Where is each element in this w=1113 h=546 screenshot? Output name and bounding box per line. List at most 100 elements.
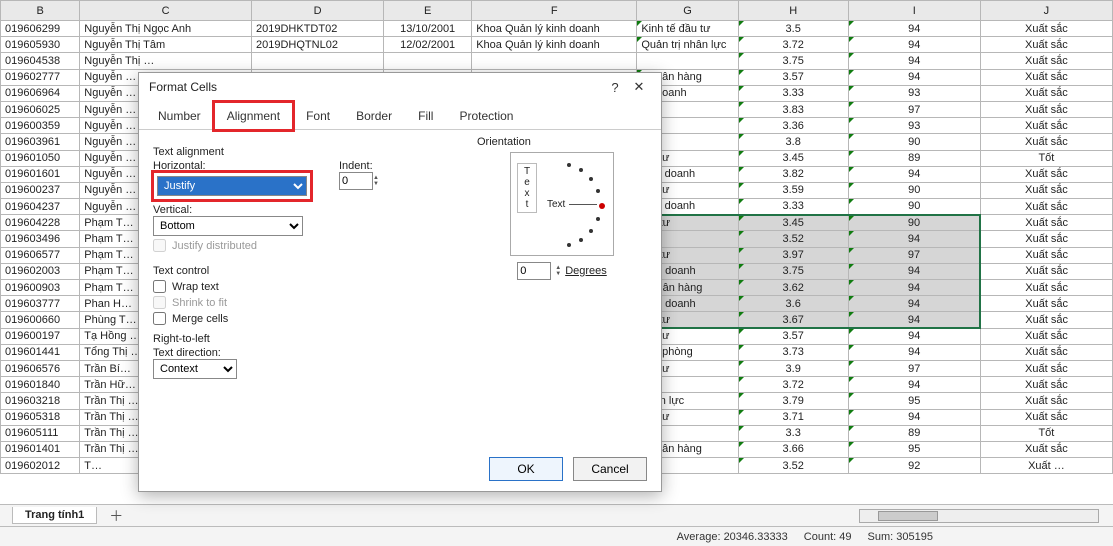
cell[interactable]: 019605111 xyxy=(1,425,80,441)
col-header-B[interactable]: B xyxy=(1,1,80,21)
cell[interactable]: Xuất sắc xyxy=(980,360,1112,376)
cell[interactable]: 019602012 xyxy=(1,458,80,474)
tab-alignment[interactable]: Alignment xyxy=(214,102,293,130)
cell[interactable] xyxy=(637,53,738,69)
tab-protection[interactable]: Protection xyxy=(446,102,526,130)
cell[interactable] xyxy=(472,53,637,69)
cell[interactable]: 019602003 xyxy=(1,263,80,279)
cell[interactable]: Xuất sắc xyxy=(980,344,1112,360)
sheet-tab[interactable]: Trang tính1 xyxy=(12,507,97,524)
cell[interactable]: Xuất sắc xyxy=(980,101,1112,117)
cell[interactable]: 019606299 xyxy=(1,21,80,37)
cell[interactable]: Nguyễn Thị Tâm xyxy=(80,37,252,53)
tab-fill[interactable]: Fill xyxy=(405,102,446,130)
cell[interactable]: 019601401 xyxy=(1,441,80,457)
cell[interactable]: 3.5 xyxy=(738,21,848,37)
cell[interactable]: Xuất sắc xyxy=(980,409,1112,425)
cell[interactable]: 3.59 xyxy=(738,182,848,198)
text-direction-select[interactable]: Context xyxy=(153,359,237,379)
cell[interactable]: 019600660 xyxy=(1,312,80,328)
cell[interactable] xyxy=(384,53,472,69)
cancel-button[interactable]: Cancel xyxy=(573,457,647,481)
cell[interactable]: 019600359 xyxy=(1,118,80,134)
cell[interactable]: 3.8 xyxy=(738,134,848,150)
cell[interactable]: 019603777 xyxy=(1,296,80,312)
cell[interactable]: 94 xyxy=(848,263,980,279)
cell[interactable]: Nguyễn Thị … xyxy=(80,53,252,69)
cell[interactable]: Khoa Quản lý kinh doanh xyxy=(472,37,637,53)
cell[interactable]: 89 xyxy=(848,150,980,166)
cell[interactable]: 90 xyxy=(848,199,980,215)
cell[interactable]: 89 xyxy=(848,425,980,441)
horizontal-select[interactable]: Justify xyxy=(157,176,307,196)
col-header-G[interactable]: G xyxy=(637,1,738,21)
cell[interactable]: Khoa Quản lý kinh doanh xyxy=(472,21,637,37)
cell[interactable]: 019606964 xyxy=(1,85,80,101)
table-row[interactable]: 019606299Nguyễn Thị Ngọc Anh2019DHKTDT02… xyxy=(1,21,1113,37)
cell[interactable]: Xuất sắc xyxy=(980,296,1112,312)
cell[interactable]: 93 xyxy=(848,85,980,101)
cell[interactable]: 3.73 xyxy=(738,344,848,360)
merge-cells-checkbox[interactable] xyxy=(153,312,166,325)
cell[interactable]: 3.33 xyxy=(738,199,848,215)
cell[interactable]: 019606025 xyxy=(1,101,80,117)
cell[interactable]: Xuất sắc xyxy=(980,393,1112,409)
cell[interactable]: 3.57 xyxy=(738,328,848,344)
cell[interactable]: 3.66 xyxy=(738,441,848,457)
cell[interactable]: 94 xyxy=(848,166,980,182)
cell[interactable]: 3.72 xyxy=(738,377,848,393)
cell[interactable]: Tốt xyxy=(980,425,1112,441)
col-header-H[interactable]: H xyxy=(738,1,848,21)
cell[interactable]: 019605930 xyxy=(1,37,80,53)
cell[interactable]: 019600197 xyxy=(1,328,80,344)
cell[interactable]: 3.67 xyxy=(738,312,848,328)
cell[interactable]: Xuất sắc xyxy=(980,312,1112,328)
cell[interactable]: 019601050 xyxy=(1,150,80,166)
cell[interactable]: Xuất sắc xyxy=(980,263,1112,279)
cell[interactable]: Tốt xyxy=(980,150,1112,166)
cell[interactable]: 94 xyxy=(848,21,980,37)
cell[interactable]: 94 xyxy=(848,328,980,344)
tab-font[interactable]: Font xyxy=(293,102,343,130)
cell[interactable]: Xuất sắc xyxy=(980,53,1112,69)
cell[interactable]: 95 xyxy=(848,393,980,409)
cell[interactable]: 3.62 xyxy=(738,280,848,296)
cell[interactable]: 94 xyxy=(848,280,980,296)
help-icon[interactable]: ? xyxy=(603,80,627,95)
cell[interactable]: 12/02/2001 xyxy=(384,37,472,53)
cell[interactable]: 94 xyxy=(848,37,980,53)
cell[interactable]: 3.52 xyxy=(738,231,848,247)
col-header-D[interactable]: D xyxy=(252,1,384,21)
cell[interactable]: 019601601 xyxy=(1,166,80,182)
cell[interactable]: 019601441 xyxy=(1,344,80,360)
cell[interactable]: 019604538 xyxy=(1,53,80,69)
cell[interactable]: 3.83 xyxy=(738,101,848,117)
orientation-dial[interactable]: Text Text xyxy=(510,152,614,256)
cell[interactable]: Quản trị nhân lực xyxy=(637,37,738,53)
cell[interactable]: 94 xyxy=(848,377,980,393)
cell[interactable]: 3.45 xyxy=(738,150,848,166)
cell[interactable]: 97 xyxy=(848,101,980,117)
horizontal-scrollbar[interactable] xyxy=(859,509,1099,523)
cell[interactable]: 94 xyxy=(848,231,980,247)
cell[interactable]: Xuất … xyxy=(980,458,1112,474)
cell[interactable]: 93 xyxy=(848,118,980,134)
cell[interactable]: Xuất sắc xyxy=(980,118,1112,134)
cell[interactable]: 2019DHKTDT02 xyxy=(252,21,384,37)
cell[interactable]: Xuất sắc xyxy=(980,247,1112,263)
cell[interactable]: Xuất sắc xyxy=(980,377,1112,393)
col-header-E[interactable]: E xyxy=(384,1,472,21)
cell[interactable]: 90 xyxy=(848,215,980,231)
cell[interactable]: 019604228 xyxy=(1,215,80,231)
cell[interactable]: 94 xyxy=(848,296,980,312)
cell[interactable]: Xuất sắc xyxy=(980,85,1112,101)
table-row[interactable]: 019605930Nguyễn Thị Tâm2019DHQTNL0212/02… xyxy=(1,37,1113,53)
cell[interactable]: 94 xyxy=(848,409,980,425)
cell[interactable]: 019601840 xyxy=(1,377,80,393)
cell[interactable]: 94 xyxy=(848,69,980,85)
cell[interactable]: 3.9 xyxy=(738,360,848,376)
cell[interactable]: 3.6 xyxy=(738,296,848,312)
cell[interactable]: 92 xyxy=(848,458,980,474)
cell[interactable]: 019604237 xyxy=(1,199,80,215)
cell[interactable]: Xuất sắc xyxy=(980,166,1112,182)
